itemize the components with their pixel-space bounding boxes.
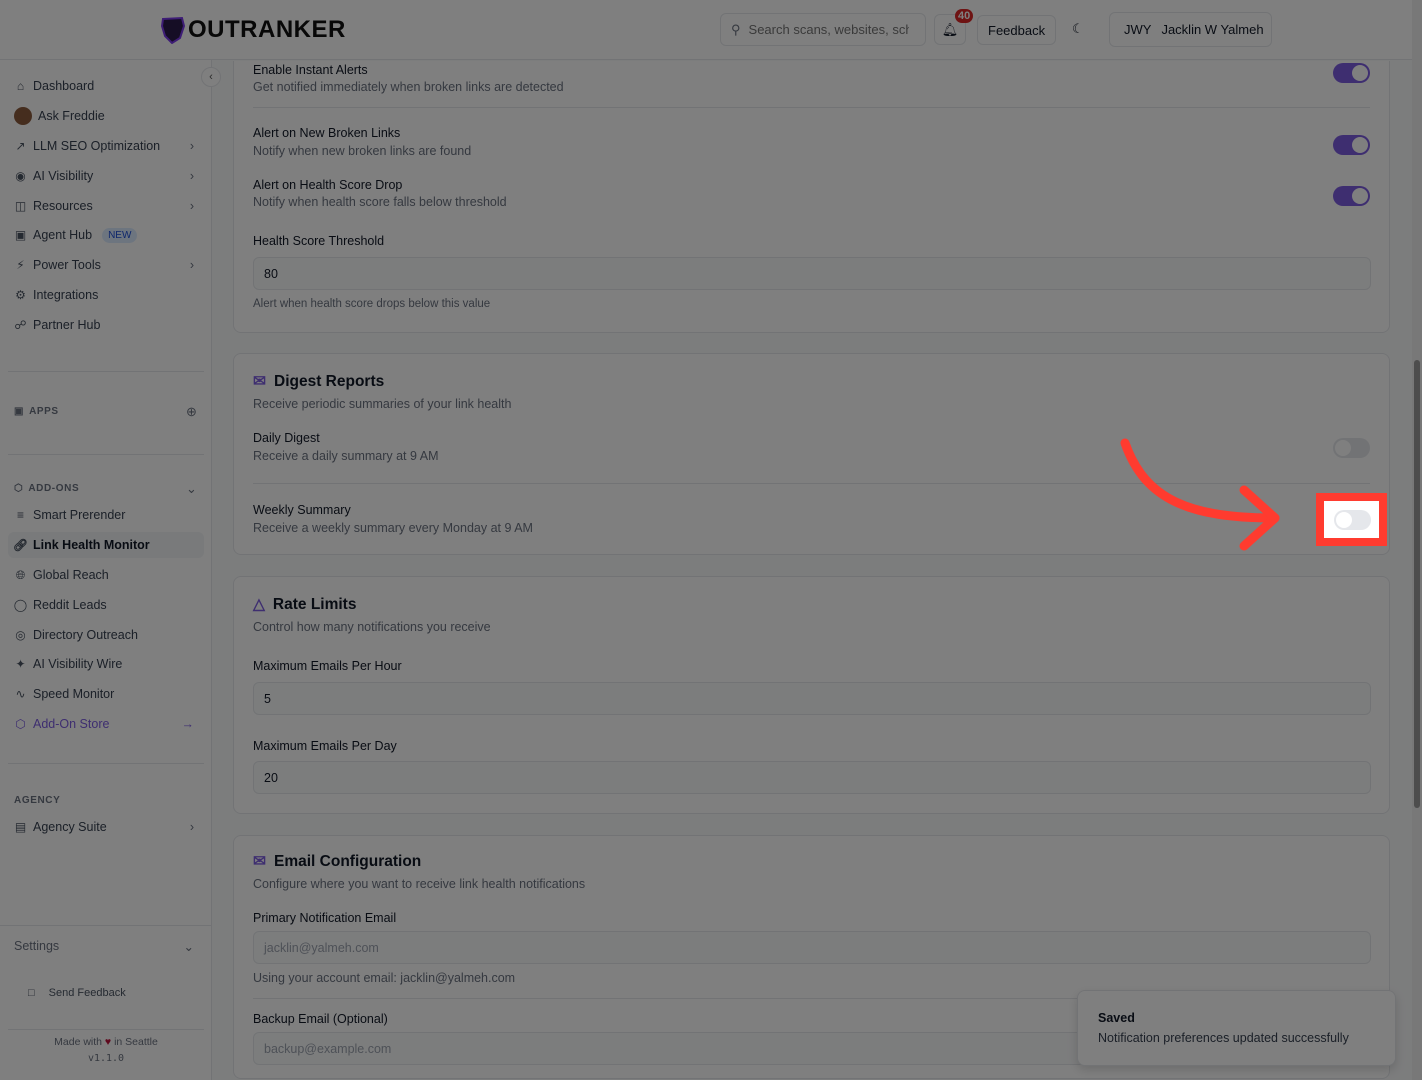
weekly-summary-toggle[interactable] <box>1334 510 1371 530</box>
highlight-box <box>1316 493 1387 546</box>
annotation-arrow-icon <box>1120 438 1280 551</box>
